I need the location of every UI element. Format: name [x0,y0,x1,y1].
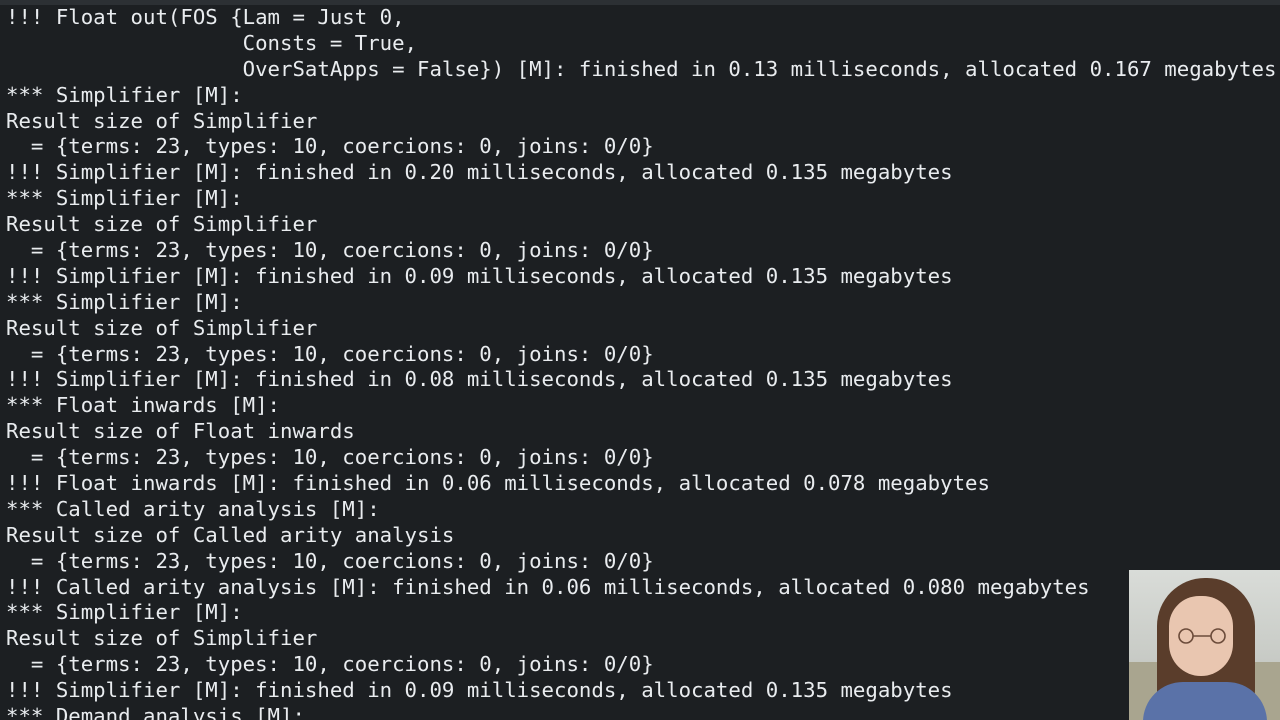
terminal-line: !!! Simplifier [M]: finished in 0.09 mil… [6,678,953,703]
terminal-line: !!! Float inwards [M]: finished in 0.06 … [6,471,990,496]
glasses-icon [1178,628,1226,644]
terminal-line: *** Simplifier [M]: [6,289,243,314]
terminal-window[interactable]: !!! Float out(FOS {Lam = Just 0, Consts … [0,0,1280,720]
terminal-line: *** Simplifier [M]: [6,600,243,625]
terminal-line: Consts = True, [6,30,418,55]
terminal-line: = {terms: 23, types: 10, coercions: 0, j… [6,445,654,470]
terminal-line: = {terms: 23, types: 10, coercions: 0, j… [6,134,654,159]
terminal-line: !!! Float out(FOS {Lam = Just 0, [6,5,405,29]
terminal-line: !!! Simplifier [M]: finished in 0.08 mil… [6,367,953,392]
terminal-line: Result size of Float inwards [6,419,355,444]
terminal-line: Result size of Called arity analysis [6,522,455,547]
terminal-line: = {terms: 23, types: 10, coercions: 0, j… [6,341,654,366]
terminal-line: *** Demand analysis [M]: [6,704,305,720]
webcam-overlay [1129,570,1280,720]
terminal-line: Result size of Simplifier [6,315,318,340]
terminal-line: = {terms: 23, types: 10, coercions: 0, j… [6,238,654,263]
terminal-line: Result size of Simplifier [6,108,318,133]
terminal-line: OverSatApps = False}) [M]: finished in 0… [6,56,1277,81]
terminal-output: !!! Float out(FOS {Lam = Just 0, Consts … [6,5,1276,720]
terminal-line: *** Called arity analysis [M]: [6,496,380,521]
terminal-line: !!! Called arity analysis [M]: finished … [6,574,1090,599]
terminal-line: !!! Simplifier [M]: finished in 0.09 mil… [6,263,953,288]
terminal-line: *** Simplifier [M]: [6,82,243,107]
terminal-line: !!! Simplifier [M]: finished in 0.20 mil… [6,160,953,185]
terminal-line: = {terms: 23, types: 10, coercions: 0, j… [6,548,654,573]
terminal-line: *** Float inwards [M]: [6,393,281,418]
terminal-line: = {terms: 23, types: 10, coercions: 0, j… [6,652,654,677]
terminal-line: *** Simplifier [M]: [6,186,243,211]
webcam-person-shirt [1143,682,1267,720]
terminal-line: Result size of Simplifier [6,212,318,237]
terminal-line: Result size of Simplifier [6,626,318,651]
